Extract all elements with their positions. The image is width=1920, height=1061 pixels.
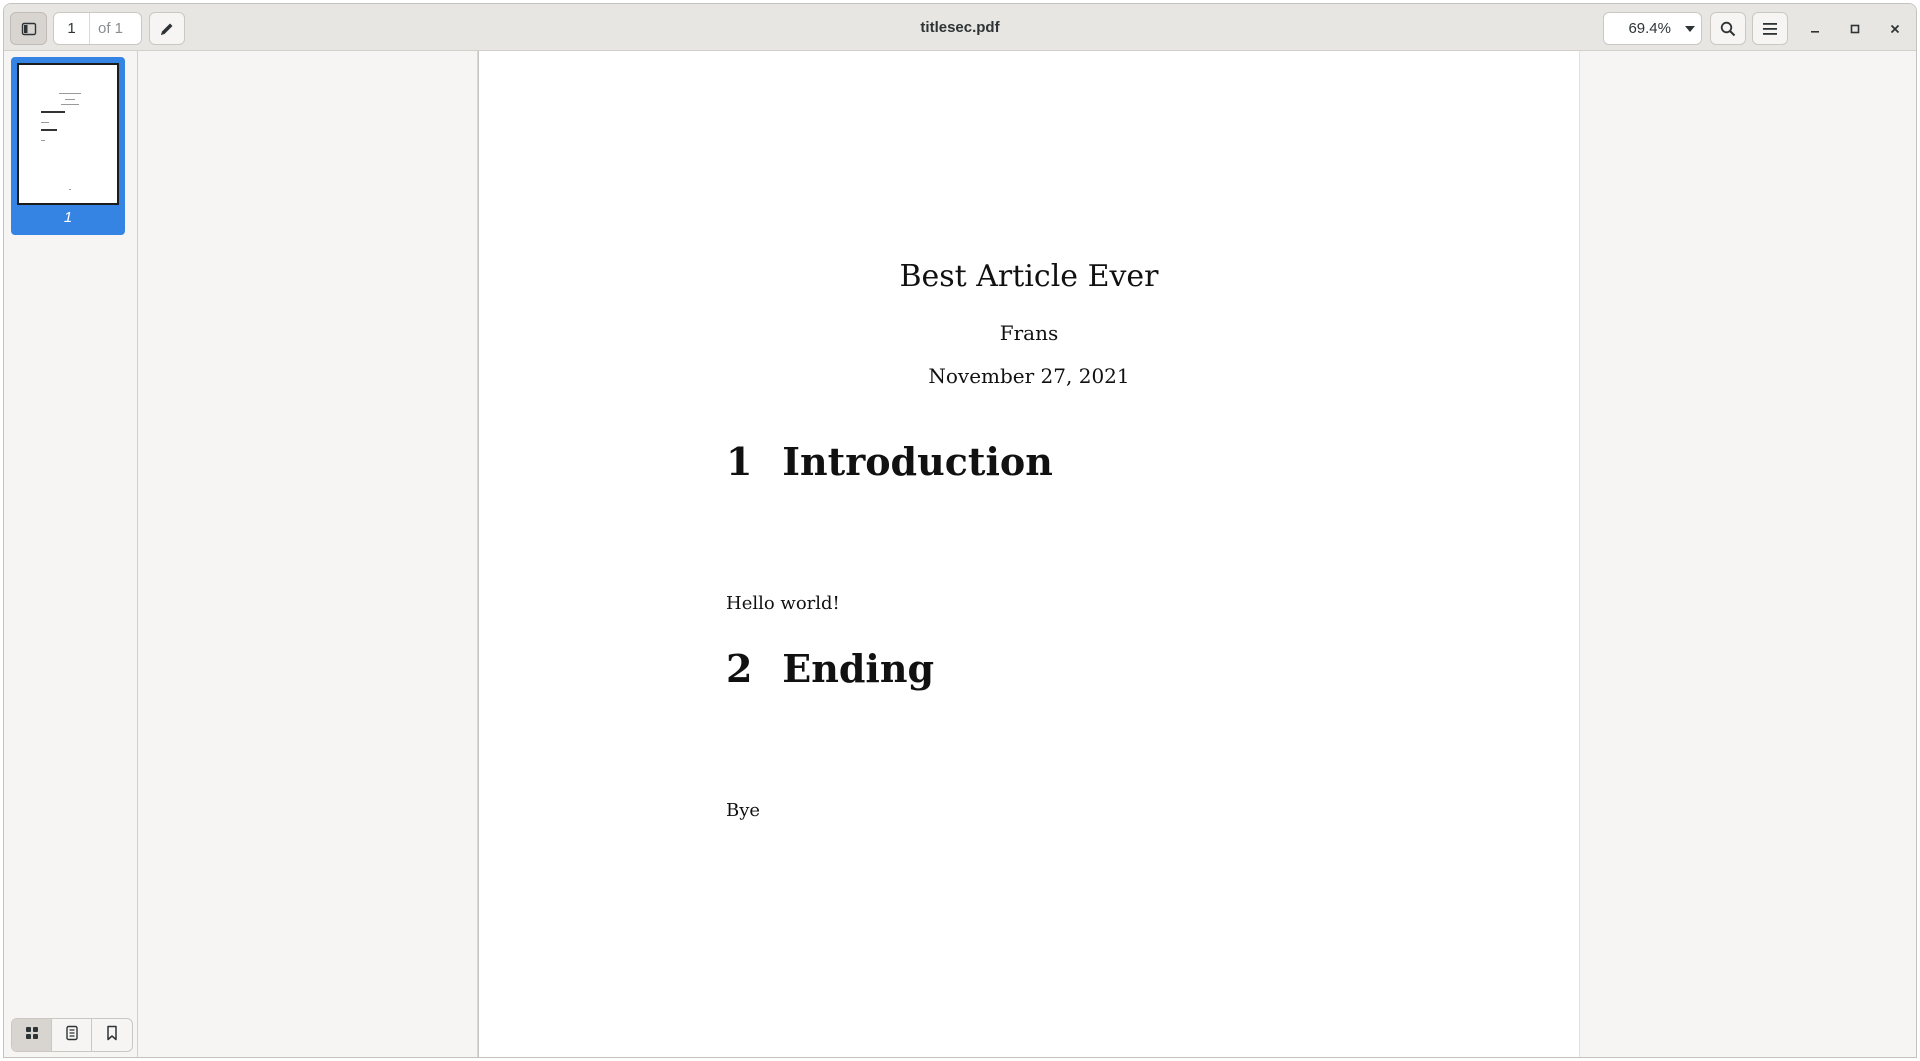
section-heading: 1 Introduction xyxy=(726,439,1053,484)
sidebar-toggle-button[interactable] xyxy=(10,12,47,45)
sidebar-tabs xyxy=(11,1018,133,1052)
maximize-icon xyxy=(1849,23,1861,35)
close-icon xyxy=(1889,23,1901,35)
document-title: Best Article Ever xyxy=(899,259,1159,294)
tab-outline[interactable] xyxy=(52,1019,92,1051)
search-icon xyxy=(1720,21,1736,37)
search-button[interactable] xyxy=(1710,12,1746,45)
thumbnail-page-number: 1 xyxy=(63,209,73,226)
document-author: Frans xyxy=(999,321,1059,345)
page-number-entry[interactable]: 1 of 1 xyxy=(53,12,142,45)
minimize-button[interactable] xyxy=(1800,12,1830,45)
tab-bookmarks[interactable] xyxy=(92,1019,132,1051)
document-date: November 27, 2021 xyxy=(928,364,1130,388)
thumbnail-preview xyxy=(17,63,119,205)
grid-icon xyxy=(24,1025,40,1046)
minimize-icon xyxy=(1809,23,1821,35)
page-total-label: of 1 xyxy=(98,20,124,37)
close-button[interactable] xyxy=(1880,12,1910,45)
main-menu-button[interactable] xyxy=(1752,12,1788,45)
pencil-icon xyxy=(159,21,175,37)
sidebar-toggle-icon xyxy=(21,21,37,37)
section-number: 2 xyxy=(726,646,753,691)
annotate-button[interactable] xyxy=(149,12,185,45)
section-heading: 2 Ending xyxy=(726,646,934,691)
current-page-input[interactable]: 1 xyxy=(54,13,90,44)
section-body: Hello world! xyxy=(726,593,840,614)
zoom-value: 69.4% xyxy=(1628,20,1671,37)
page-thumbnail[interactable]: 1 xyxy=(11,57,125,235)
document-viewer-window: 1 of 1 titlesec.pdf 69.4% 1 Best Article… xyxy=(3,3,1917,1058)
chevron-down-icon xyxy=(1679,25,1701,33)
section-body: Bye xyxy=(726,800,761,821)
sidebar: 1 xyxy=(4,51,138,1057)
document-view[interactable]: Best Article Ever Frans November 27, 202… xyxy=(139,51,1916,1057)
section-title: Introduction xyxy=(782,439,1053,484)
maximize-button[interactable] xyxy=(1840,12,1870,45)
tab-thumbnails[interactable] xyxy=(12,1019,52,1051)
header-bar: 1 of 1 titlesec.pdf 69.4% xyxy=(4,4,1916,51)
document-outline-icon xyxy=(64,1025,80,1046)
hamburger-menu-icon xyxy=(1762,22,1778,36)
section-number: 1 xyxy=(726,439,753,484)
zoom-selector[interactable]: 69.4% xyxy=(1603,12,1702,45)
pdf-page: Best Article Ever Frans November 27, 202… xyxy=(478,51,1579,1057)
section-title: Ending xyxy=(782,646,935,691)
bookmark-icon xyxy=(104,1025,120,1046)
